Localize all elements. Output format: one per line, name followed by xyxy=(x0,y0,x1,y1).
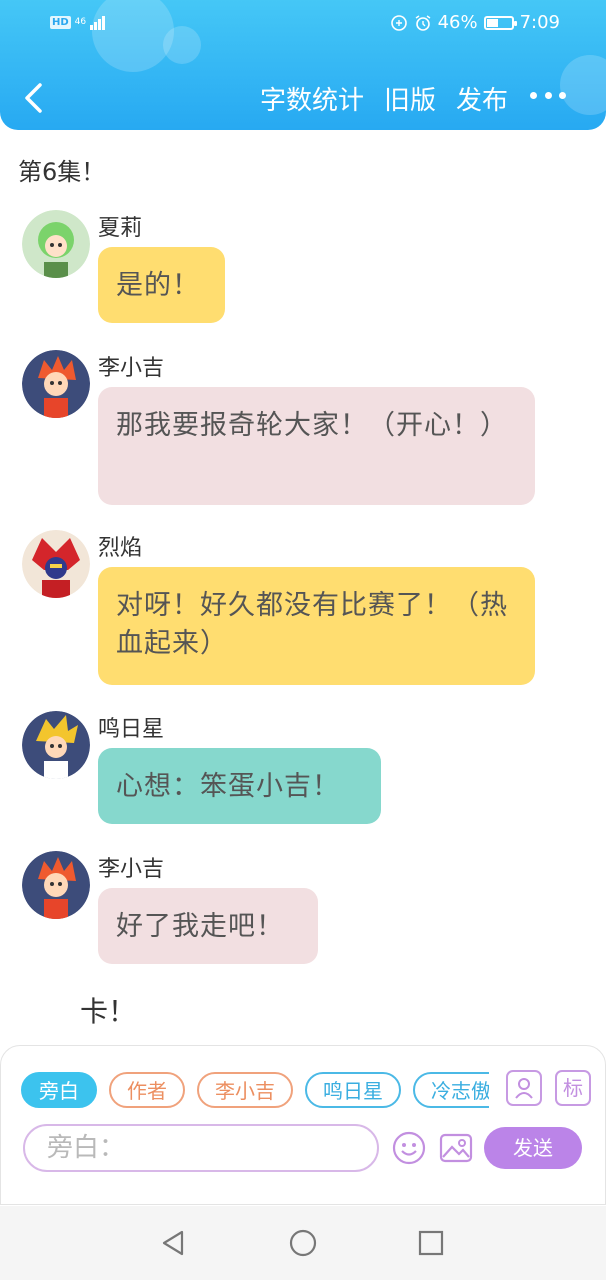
chat-message: 鸣日星 心想：笨蛋小吉！ xyxy=(22,711,542,831)
status-bar-left: HD 46 xyxy=(50,14,106,30)
hd-badge: HD xyxy=(50,15,71,29)
role-chip-narration[interactable]: 旁白 xyxy=(21,1072,97,1108)
chat-message: 烈焰 对呀！好久都没有比赛了！（热血起来） xyxy=(22,530,542,690)
decor-bubble xyxy=(92,0,174,72)
avatar[interactable] xyxy=(22,851,90,919)
old-version-button[interactable]: 旧版 xyxy=(384,80,436,117)
tag-button[interactable]: 标 xyxy=(555,1070,591,1106)
send-button[interactable]: 发送 xyxy=(484,1127,582,1169)
sender-name: 李小吉 xyxy=(98,356,165,381)
battery-icon xyxy=(483,15,517,30)
role-chip-lixiaoji[interactable]: 李小吉 xyxy=(197,1072,293,1108)
sender-name: 鸣日星 xyxy=(98,717,165,742)
circle-home-icon[interactable] xyxy=(288,1228,318,1258)
decor-bubble xyxy=(163,26,201,64)
avatar[interactable] xyxy=(22,530,90,598)
clock: 7:09 xyxy=(519,12,560,33)
avatar[interactable] xyxy=(22,711,90,779)
more-dots-icon[interactable] xyxy=(530,92,566,102)
message-bubble[interactable]: 那我要报奇轮大家！（开心！） xyxy=(98,387,535,505)
smiley-icon[interactable] xyxy=(391,1130,427,1166)
word-count-button[interactable]: 字数统计 xyxy=(260,80,364,117)
triangle-back-icon[interactable] xyxy=(158,1228,188,1258)
message-bubble[interactable]: 好了我走吧！ xyxy=(98,888,318,964)
narration-text: 卡！ xyxy=(80,995,137,1028)
sender-name: 李小吉 xyxy=(98,857,165,882)
image-icon[interactable] xyxy=(438,1130,474,1166)
episode-title: 第6集！ xyxy=(18,158,106,186)
header-actions: 字数统计 旧版 发布 xyxy=(260,80,508,117)
message-bubble[interactable]: 心想：笨蛋小吉！ xyxy=(98,748,381,824)
avatar[interactable] xyxy=(22,350,90,418)
avatar[interactable] xyxy=(22,210,90,278)
user-card-icon[interactable] xyxy=(506,1070,542,1106)
app-header: HD 46 46% 7:09 字数统计 旧版 发布 xyxy=(0,0,606,130)
role-chip-author[interactable]: 作者 xyxy=(109,1072,185,1108)
square-recents-icon[interactable] xyxy=(416,1228,446,1258)
publish-button[interactable]: 发布 xyxy=(456,80,508,117)
chat-message: 李小吉 好了我走吧！ xyxy=(22,851,542,971)
role-chip-mingrixing[interactable]: 鸣日星 xyxy=(305,1072,401,1108)
status-bar-right: 46% 7:09 xyxy=(390,12,560,33)
chevron-left-icon[interactable] xyxy=(18,80,50,116)
signal-icon xyxy=(90,14,106,30)
chat-message: 李小吉 那我要报奇轮大家！（开心！） xyxy=(22,350,542,510)
message-input[interactable]: 旁白： xyxy=(23,1124,379,1172)
network-type: 46 xyxy=(74,16,87,27)
sender-name: 夏莉 xyxy=(98,216,143,241)
sender-name: 烈焰 xyxy=(98,536,143,561)
battery-percent: 46% xyxy=(437,12,478,33)
battery-fill xyxy=(486,18,498,27)
eye-comfort-icon xyxy=(390,14,407,31)
system-nav-bar xyxy=(0,1206,606,1280)
message-bubble[interactable]: 对呀！好久都没有比赛了！（热血起来） xyxy=(98,567,535,685)
decor-bubble xyxy=(560,55,606,115)
role-chips: 旁白 作者 李小吉 鸣日星 冷志傲 xyxy=(21,1072,489,1112)
message-bubble[interactable]: 是的！ xyxy=(98,247,225,323)
chat-message: 夏莉 是的！ xyxy=(22,210,542,330)
composer-panel: 旁白 作者 李小吉 鸣日星 冷志傲 标 旁白： 发送 xyxy=(0,1045,606,1205)
alarm-icon xyxy=(415,14,430,31)
role-chip-lengzhiao[interactable]: 冷志傲 xyxy=(413,1072,489,1108)
